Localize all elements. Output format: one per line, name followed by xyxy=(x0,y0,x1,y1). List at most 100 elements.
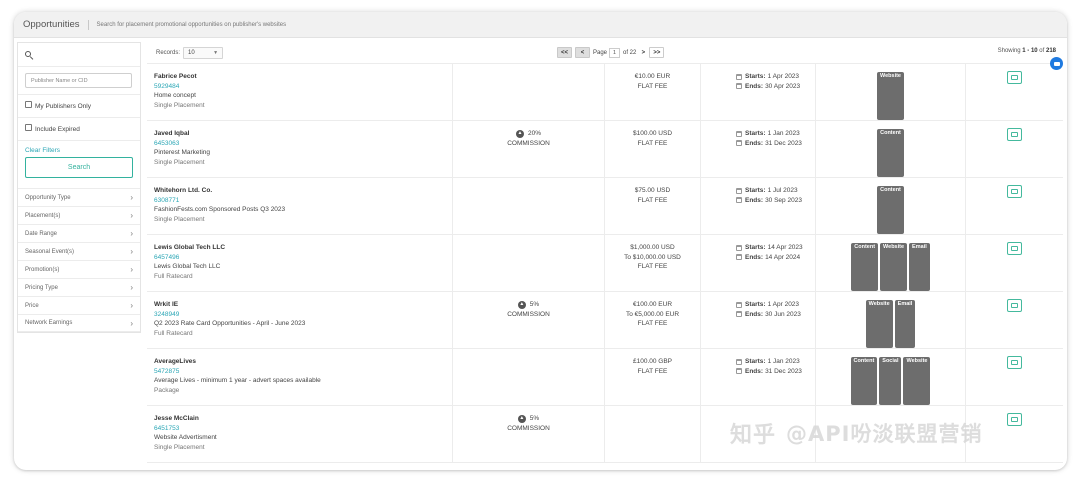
start-label: Starts: xyxy=(745,130,766,137)
placement-type: Single Placement xyxy=(154,158,205,166)
facet-label: Opportunity Type xyxy=(25,194,71,201)
chevron-right-icon: › xyxy=(130,247,133,256)
price-line: FLAT FEE xyxy=(637,196,668,204)
records-per-page-select[interactable]: 10 ▼ xyxy=(183,46,224,59)
publisher-search-input[interactable] xyxy=(25,73,132,88)
start-label: Starts: xyxy=(745,244,766,251)
search-button[interactable]: Search xyxy=(25,157,133,178)
clear-filters-link[interactable]: Clear Filters xyxy=(18,147,140,154)
calendar-icon xyxy=(736,73,742,80)
records-label: Records: xyxy=(156,49,181,56)
placement-types-cell: Website xyxy=(815,64,965,120)
facet-promotions[interactable]: Promotion(s) › xyxy=(18,260,140,278)
calendar-icon xyxy=(736,130,742,137)
page-number-input[interactable] xyxy=(609,47,621,58)
opportunity-description: Pinterest Marketing xyxy=(154,149,210,156)
message-publisher-icon[interactable] xyxy=(1007,71,1022,84)
price-cell xyxy=(605,406,700,462)
price-line: FLAT FEE xyxy=(637,82,668,90)
message-publisher-icon[interactable] xyxy=(1007,356,1022,369)
badge-group: Content Website Email xyxy=(850,243,930,291)
publisher-id-link[interactable]: 6453063 xyxy=(154,139,452,149)
commission-label: COMMISSION xyxy=(507,424,550,432)
envelope-icon xyxy=(1011,303,1018,308)
placement-type: Single Placement xyxy=(154,215,205,223)
message-publisher-icon[interactable] xyxy=(1007,242,1022,255)
commission-value-row: ▲ 5% xyxy=(517,414,539,424)
table-row: Fabrice Pecot 5929484 Home concept Single P… xyxy=(147,64,1063,121)
next-page-button[interactable]: > xyxy=(639,47,648,58)
my-publishers-checkbox[interactable] xyxy=(25,100,32,108)
message-publisher-icon[interactable] xyxy=(1007,128,1022,141)
publisher-name: Jesse McClain xyxy=(154,415,199,422)
end-value: 30 Apr 2023 xyxy=(765,82,801,90)
opportunity-description: Average Lives - minimum 1 year - advert … xyxy=(154,377,321,384)
calendar-icon xyxy=(736,358,742,365)
end-date: Ends: 30 Jun 2023 xyxy=(736,310,815,320)
facet-seasonal-events[interactable]: Seasonal Event(s) › xyxy=(18,242,140,260)
publisher-id-link[interactable]: 5472875 xyxy=(154,367,452,377)
price-cell: $75.00 USD FLAT FEE xyxy=(605,178,700,234)
first-page-button[interactable]: << xyxy=(557,47,572,58)
price-line: £100.00 GBP xyxy=(632,358,673,365)
message-publisher-icon[interactable] xyxy=(1007,185,1022,198)
placement-types-cell: Content xyxy=(815,178,965,234)
message-publisher-icon[interactable] xyxy=(1007,413,1022,426)
watermark-text: 知乎 xyxy=(730,423,777,448)
calendar-icon xyxy=(736,368,742,375)
facet-date-range[interactable]: Date Range › xyxy=(18,224,140,242)
publisher-cell: Wrkit IE 3248949 Q2 2023 Rate Card Opportu… xyxy=(147,292,453,348)
sidebar-divider xyxy=(18,140,140,141)
envelope-icon xyxy=(1011,417,1018,422)
placement-badge: Email xyxy=(894,300,916,348)
end-date: Ends: 31 Dec 2023 xyxy=(736,139,815,149)
commission-label: COMMISSION xyxy=(507,310,550,318)
publisher-id-link[interactable]: 3248949 xyxy=(154,310,452,320)
page-header: Opportunities Search for placement promo… xyxy=(14,12,1067,38)
placement-types-cell: Content Social Website xyxy=(815,349,965,405)
prev-page-button[interactable]: < xyxy=(575,47,590,58)
publisher-id-link[interactable]: 6308771 xyxy=(154,196,452,206)
end-date: Ends: 14 Apr 2024 xyxy=(736,253,815,263)
message-publisher-icon[interactable] xyxy=(1007,299,1022,312)
chevron-right-icon: › xyxy=(130,211,133,220)
commission-label: COMMISSION xyxy=(507,139,550,147)
facet-label: Price xyxy=(25,302,39,309)
envelope-icon xyxy=(1011,132,1018,137)
end-label: Ends: xyxy=(745,367,764,375)
calendar-icon xyxy=(736,83,742,90)
header-divider xyxy=(87,19,89,30)
include-expired-checkbox[interactable] xyxy=(25,123,32,131)
arrow-up-icon: ▲ xyxy=(517,414,526,423)
chat-icon[interactable] xyxy=(1050,57,1063,70)
last-page-button[interactable]: >> xyxy=(649,47,665,58)
facet-price[interactable]: Price › xyxy=(18,296,140,314)
chevron-right-icon: › xyxy=(130,301,133,310)
end-value: 30 Sep 2023 xyxy=(765,196,802,204)
page-subtitle: Search for placement promotional opportu… xyxy=(96,21,287,28)
my-publishers-row[interactable]: My Publishers Only xyxy=(18,95,140,117)
price-line: FLAT FEE xyxy=(637,139,668,147)
placement-badge: Website xyxy=(877,72,904,120)
opportunity-description: Lewis Global Tech LLC xyxy=(154,263,221,270)
publisher-id-link[interactable]: 6451753 xyxy=(154,424,452,434)
price-cell: £100.00 GBP FLAT FEE xyxy=(605,349,700,405)
include-expired-row[interactable]: Include Expired xyxy=(18,118,140,140)
arrow-up-icon: ▲ xyxy=(515,129,524,138)
facet-network-earnings[interactable]: Network Earnings › xyxy=(18,314,140,332)
facet-opportunity-type[interactable]: Opportunity Type › xyxy=(18,188,140,206)
facet-pricing-type[interactable]: Pricing Type › xyxy=(18,278,140,296)
end-label: Ends: xyxy=(745,310,764,318)
facet-placements[interactable]: Placement(s) › xyxy=(18,206,140,224)
publisher-name: Wrkit IE xyxy=(154,301,179,308)
opportunity-list: Fabrice Pecot 5929484 Home concept Single P… xyxy=(147,64,1063,463)
publisher-name: Lewis Global Tech LLC xyxy=(154,244,226,251)
publisher-id-link[interactable]: 5929484 xyxy=(154,82,452,92)
end-date: Ends: 31 Dec 2023 xyxy=(736,367,815,377)
commission-cell: ▲ 20% COMMISSION xyxy=(453,121,605,177)
placement-type: Full Ratecard xyxy=(154,272,193,280)
start-date: Starts: 1 Jan 2023 xyxy=(736,357,815,367)
facet-label: Network Earnings xyxy=(25,320,73,326)
filter-sidebar: My Publishers Only Include Expired Clear… xyxy=(17,42,141,333)
publisher-id-link[interactable]: 6457496 xyxy=(154,253,452,263)
